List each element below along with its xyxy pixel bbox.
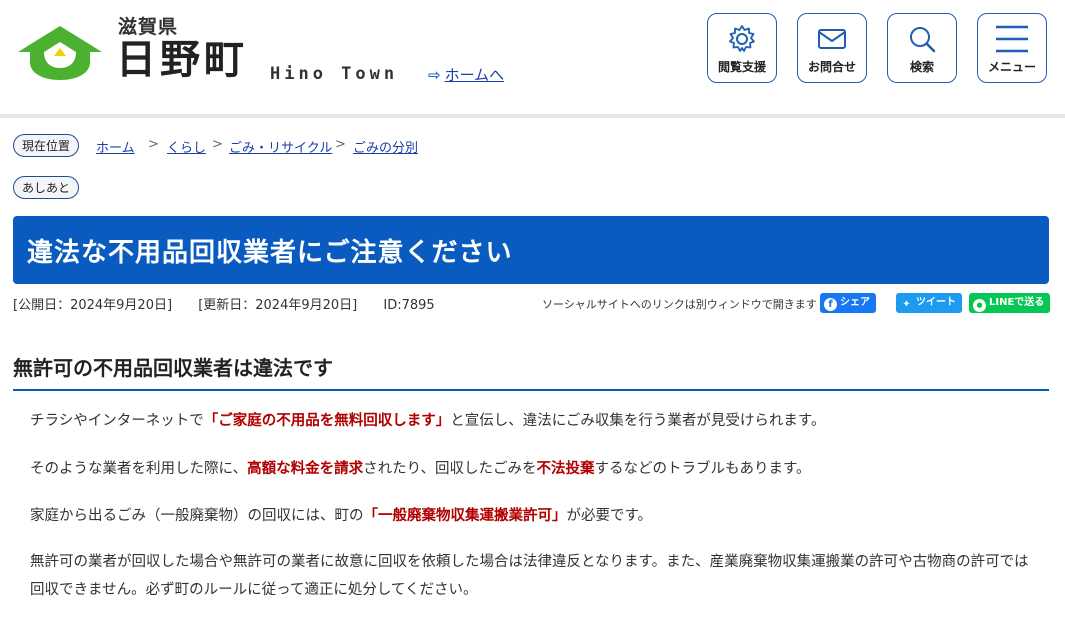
breadcrumb: 現在位置 ホーム > くらし > ごみ・リサイクル > ごみの分別 — [13, 134, 1065, 158]
breadcrumb-item-sorting[interactable]: ごみの分別 — [353, 137, 418, 156]
mail-icon — [818, 29, 846, 49]
search-button[interactable]: 検索 — [887, 13, 957, 83]
facebook-icon: f — [824, 298, 837, 311]
facebook-share-button[interactable]: f シェア — [820, 293, 876, 313]
twitter-icon: ✦ — [902, 299, 911, 310]
breadcrumb-item-kurashi[interactable]: くらし — [167, 137, 206, 156]
accessibility-button[interactable]: 閲覧支援 — [707, 13, 777, 83]
gear-icon — [729, 25, 755, 52]
paragraph-4: 無許可の業者が回収した場合や無許可の業者に故意に回収を依頼した場合は法律違反とな… — [30, 554, 1029, 598]
page-title-bar: 違法な不用品回収業者にご注意ください — [13, 216, 1049, 284]
town-name[interactable]: 日野町 — [116, 38, 248, 82]
town-english-name: Hino Town — [270, 64, 399, 84]
menu-button[interactable]: メニュー — [977, 13, 1047, 83]
search-icon — [910, 27, 936, 53]
arrow-right-icon: ⇨ — [428, 66, 441, 84]
line-share-button[interactable]: ● LINEで送る — [969, 293, 1051, 313]
contact-button[interactable]: お問合せ — [797, 13, 867, 83]
breadcrumb-label: 現在位置 — [13, 134, 80, 157]
chevron-right-icon: > — [148, 137, 159, 152]
ashiato-button[interactable]: あしあと — [13, 176, 80, 199]
ashiato-wrapper: あしあと — [13, 176, 80, 199]
home-link[interactable]: ⇨ ホームへ — [428, 64, 504, 85]
twitter-share-button[interactable]: ✦ ツイート — [896, 293, 962, 313]
page-id: ID:7895 — [383, 298, 435, 313]
page-meta: [公開日：2024年9月20日] [更新日：2024年9月20日] ID:789… — [13, 294, 457, 313]
site-header: 滋賀県 日野町 Hino Town ⇨ ホームへ 閲覧支援 お問合せ 検索 メニュ… — [0, 0, 1065, 118]
paragraph-2: そのような業者を利用した際に、高額な料金を請求されたり、回収したごみを不法投棄す… — [30, 461, 811, 477]
paragraph-1: チラシやインターネットで「ご家庭の不用品を無料回収します」と宣伝し、違法にごみ収… — [30, 413, 826, 429]
paragraph-3: 家庭から出るごみ（一般廃棄物）の回収には、町の「一般廃棄物収集運搬業許可」が必要… — [30, 508, 653, 524]
page-title: 違法な不用品回収業者にご注意ください — [27, 238, 513, 268]
published-date: [公開日：2024年9月20日] — [13, 298, 173, 313]
town-logo-icon — [18, 26, 102, 80]
breadcrumb-item-recycle[interactable]: ごみ・リサイクル — [229, 137, 332, 156]
chevron-right-icon: > — [212, 137, 223, 152]
prefecture-name: 滋賀県 — [118, 16, 179, 38]
social-note: ソーシャルサイトへのリンクは別ウィンドウで開きます — [542, 298, 817, 311]
breadcrumb-item-home[interactable]: ホーム — [96, 137, 135, 156]
hamburger-icon — [996, 25, 1028, 53]
line-icon: ● — [973, 299, 986, 312]
chevron-right-icon: > — [335, 137, 346, 152]
section-heading: 無許可の不用品回収業者は違法です — [13, 352, 1049, 391]
updated-date: [更新日：2024年9月20日] — [198, 298, 358, 313]
